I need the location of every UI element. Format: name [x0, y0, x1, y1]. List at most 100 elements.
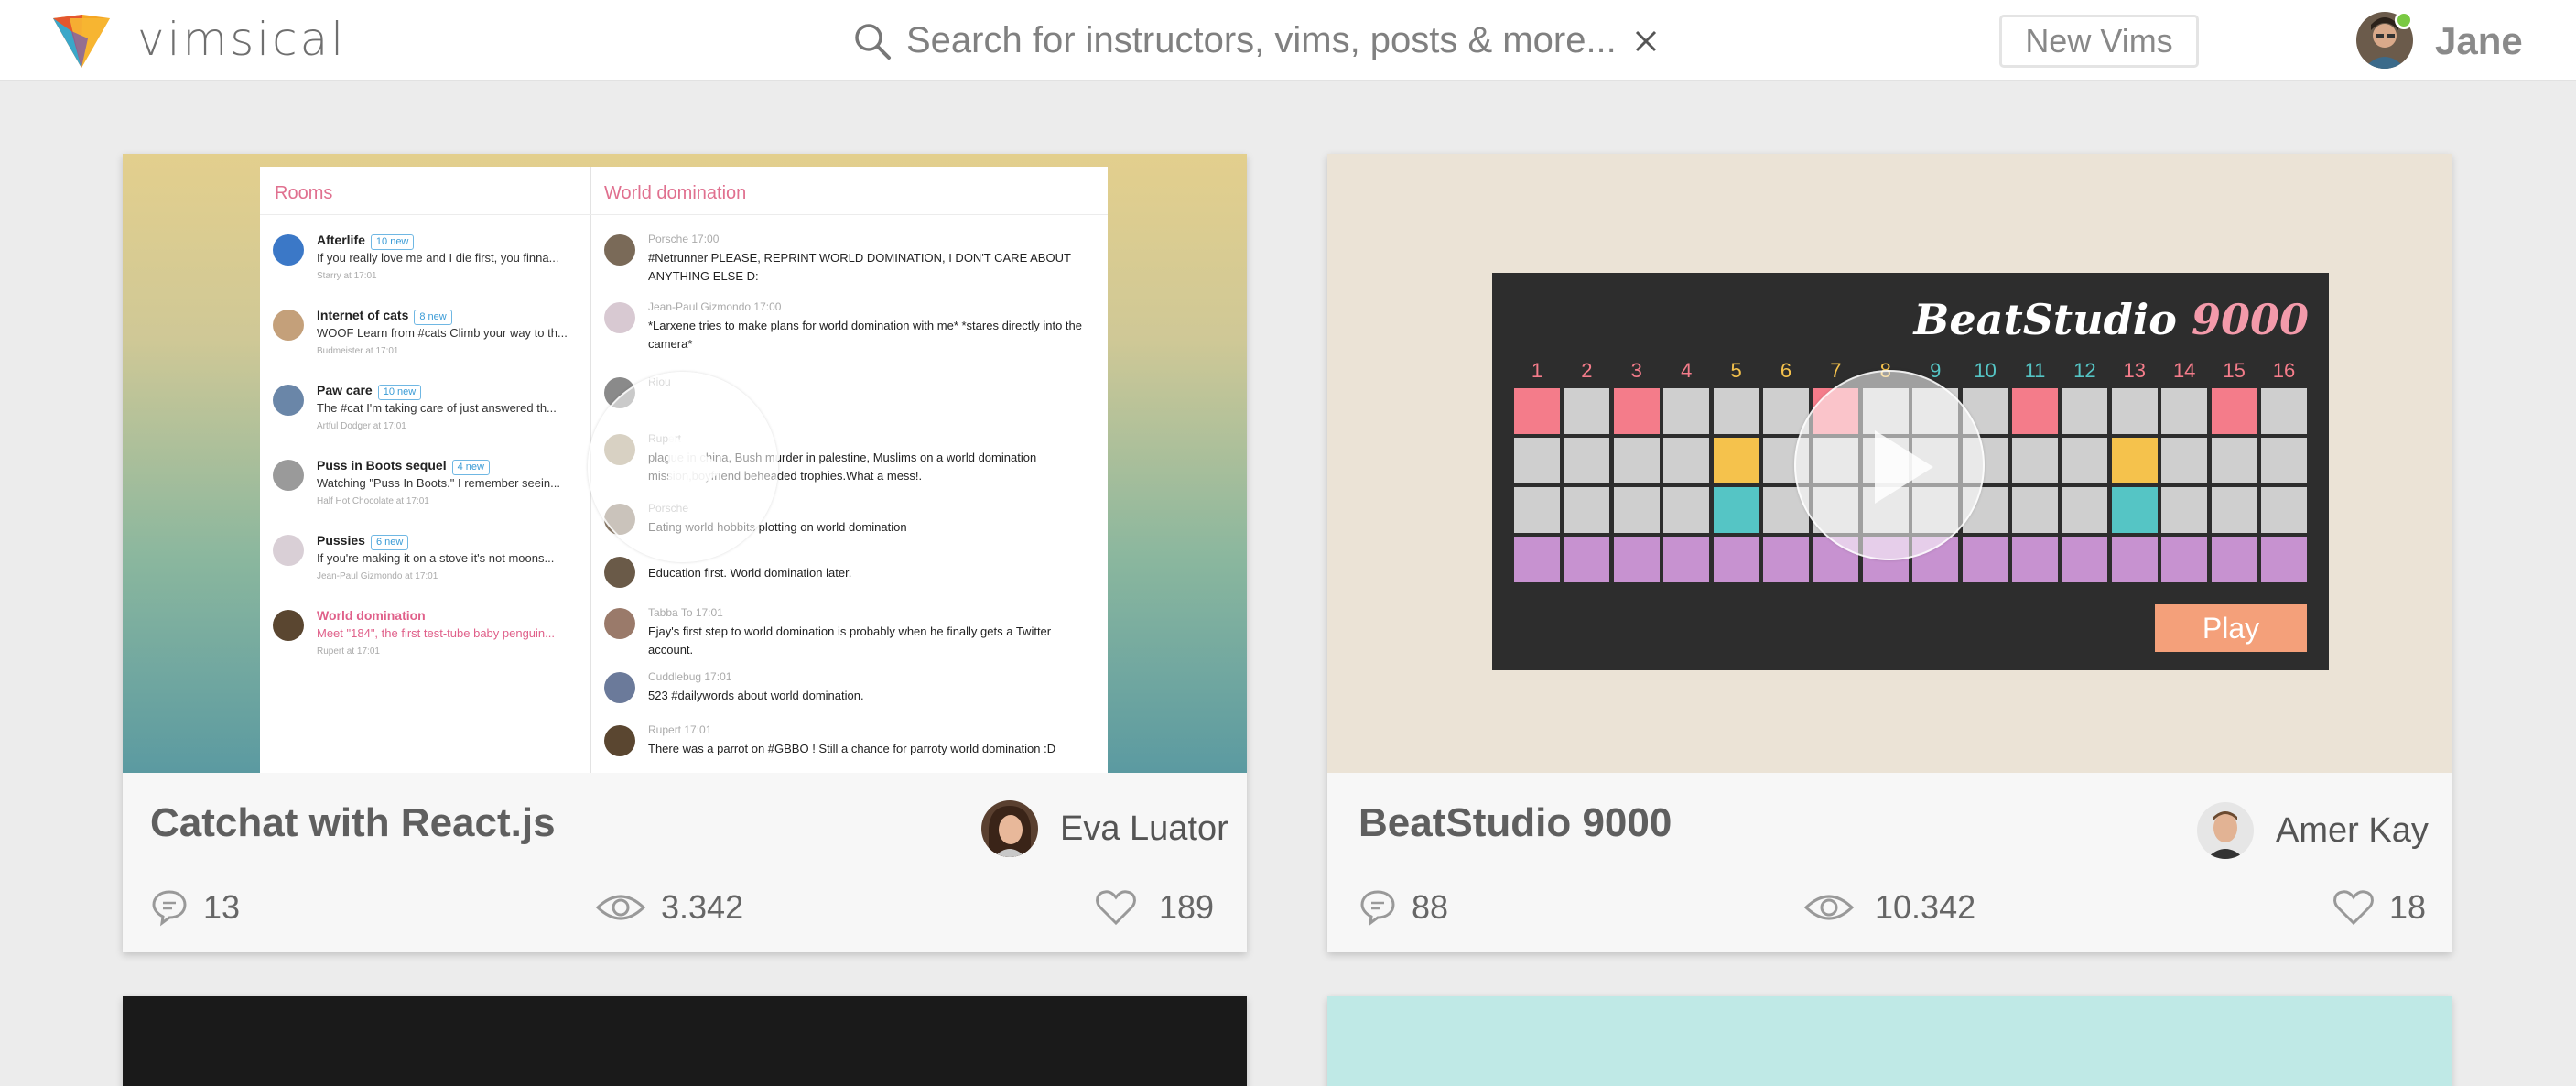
message-author: Jean-Paul Gizmondo 17:00	[648, 300, 782, 313]
vim-card[interactable]: Rooms World domination Afterlife 10 new If…	[123, 154, 1247, 952]
comments-stat[interactable]: 88	[1358, 885, 1448, 930]
beat-pad[interactable]	[2261, 487, 2307, 533]
beat-pad[interactable]	[1564, 487, 1610, 533]
beat-pad[interactable]	[1564, 537, 1610, 582]
search-input[interactable]	[906, 16, 1629, 64]
rooms-header: Rooms	[275, 183, 333, 203]
beat-pad[interactable]	[2211, 438, 2257, 483]
room-name: Internet of cats 8 new	[317, 308, 452, 325]
vim-thumbnail[interactable]: Rooms World domination Afterlife 10 new If…	[123, 154, 1247, 773]
views-stat: 10.342	[1803, 885, 1975, 930]
message-author: Porsche 17:00	[648, 233, 720, 245]
vim-thumbnail[interactable]: BeatStudio 9000 12345678910111213141516 …	[1327, 154, 2452, 773]
beat-play-button[interactable]: Play	[2155, 604, 2307, 652]
beat-pad[interactable]	[2161, 487, 2208, 533]
vimsical-logo-icon[interactable]	[51, 13, 112, 70]
new-badge: 6 new	[370, 535, 409, 550]
room-avatar	[273, 610, 304, 641]
comments-stat[interactable]: 13	[150, 885, 240, 930]
beat-pad[interactable]	[2161, 438, 2208, 483]
beat-pad[interactable]	[2012, 537, 2058, 582]
beat-pad[interactable]	[2211, 487, 2257, 533]
likes-stat[interactable]: 189	[1095, 885, 1214, 930]
beat-pad[interactable]	[2062, 537, 2108, 582]
beat-pad[interactable]	[1514, 438, 1560, 483]
beat-pad[interactable]	[1564, 388, 1610, 434]
beat-pad[interactable]	[1613, 388, 1660, 434]
step-number: 12	[2073, 359, 2096, 382]
beat-pad[interactable]	[2161, 537, 2208, 582]
beat-pad[interactable]	[1713, 388, 1759, 434]
chat-room-item: Afterlife 10 new If you really love me and…	[273, 233, 584, 306]
step-number: 1	[1531, 359, 1543, 382]
beat-pad[interactable]	[2261, 537, 2307, 582]
beat-pad[interactable]	[2062, 438, 2108, 483]
step-number: 2	[1581, 359, 1593, 382]
beat-pad[interactable]	[1613, 537, 1660, 582]
room-avatar	[273, 310, 304, 341]
beat-pad[interactable]	[2111, 487, 2158, 533]
play-button[interactable]	[588, 372, 778, 562]
author-avatar[interactable]	[981, 800, 1038, 857]
likes-stat[interactable]: 18	[2332, 885, 2426, 930]
beat-pad[interactable]	[1663, 438, 1710, 483]
beat-pad[interactable]	[2062, 487, 2108, 533]
beat-pad[interactable]	[2062, 388, 2108, 434]
beat-pad[interactable]	[1514, 487, 1560, 533]
room-name: Puss in Boots sequel 4 new	[317, 458, 490, 475]
vim-card[interactable]	[123, 996, 1247, 1086]
beat-pad[interactable]	[1564, 438, 1610, 483]
close-icon[interactable]	[1632, 27, 1660, 55]
beat-pad[interactable]	[1514, 537, 1560, 582]
vim-title[interactable]: BeatStudio 9000	[1358, 800, 1672, 846]
beat-pad[interactable]	[2111, 537, 2158, 582]
room-meta: Budmeister at 17:01	[317, 346, 399, 356]
author-name[interactable]: Amer Kay	[2276, 811, 2429, 851]
beat-pad[interactable]	[1663, 487, 1710, 533]
user-name[interactable]: Jane	[2435, 19, 2523, 63]
heart-icon[interactable]	[2332, 888, 2375, 927]
message-avatar	[604, 725, 635, 756]
play-icon	[1875, 430, 1933, 504]
beat-pad[interactable]	[1613, 487, 1660, 533]
beat-pad[interactable]	[2261, 388, 2307, 434]
room-name: Afterlife 10 new	[317, 233, 415, 250]
beat-pad[interactable]	[2211, 388, 2257, 434]
beat-pad[interactable]	[1713, 438, 1759, 483]
beat-studio-logo: BeatStudio 9000	[1913, 295, 2309, 344]
vim-title[interactable]: Catchat with React.js	[150, 800, 556, 846]
vim-card[interactable]: BeatStudio 9000 12345678910111213141516 …	[1327, 154, 2452, 952]
beat-pad[interactable]	[2012, 487, 2058, 533]
message-text: *Larxene tries to make plans for world d…	[648, 319, 1082, 351]
beat-pad[interactable]	[2161, 388, 2208, 434]
eye-icon	[595, 895, 646, 920]
play-icon	[668, 432, 727, 505]
room-name: Paw care 10 new	[317, 383, 422, 400]
chat-room-item: Pussies 6 new If you're making it on a sto…	[273, 533, 584, 606]
logo-text[interactable]: vimsical	[137, 13, 346, 66]
beat-pad[interactable]	[1663, 388, 1710, 434]
beat-pad[interactable]	[1713, 537, 1759, 582]
room-preview: Meet "184", the first test-tube baby pen…	[317, 626, 555, 640]
beat-pad[interactable]	[2012, 388, 2058, 434]
beat-pad[interactable]	[2111, 438, 2158, 483]
beat-pad[interactable]	[1514, 388, 1560, 434]
beat-pad[interactable]	[1663, 537, 1710, 582]
author-name[interactable]: Eva Luator	[1060, 809, 1228, 849]
room-preview: If you really love me and I die first, y…	[317, 251, 559, 265]
beat-pad[interactable]	[1713, 487, 1759, 533]
vim-card[interactable]	[1327, 996, 2452, 1086]
message-text: There was a parrot on #GBBO ! Still a ch…	[648, 742, 1056, 755]
author-avatar[interactable]	[2197, 802, 2254, 859]
comments-count: 88	[1412, 888, 1449, 926]
beat-pad[interactable]	[2211, 537, 2257, 582]
beat-pad[interactable]	[2111, 388, 2158, 434]
beat-pad[interactable]	[2261, 438, 2307, 483]
play-button[interactable]	[1794, 370, 1985, 560]
beat-pad[interactable]	[2012, 438, 2058, 483]
step-number: 15	[2223, 359, 2246, 382]
beat-pad[interactable]	[1613, 438, 1660, 483]
heart-icon[interactable]	[1095, 888, 1137, 927]
new-vims-button[interactable]: New Vims	[1999, 15, 2199, 68]
step-number: 5	[1730, 359, 1742, 382]
